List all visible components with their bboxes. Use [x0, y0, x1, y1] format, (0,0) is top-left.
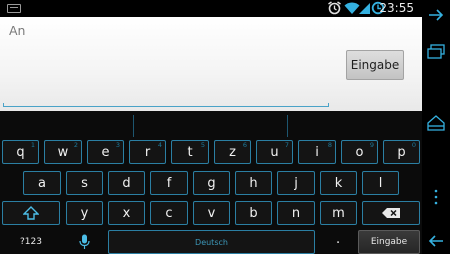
key-x[interactable]: x: [108, 201, 145, 225]
key-c[interactable]: c: [150, 201, 188, 225]
soft-keyboard: q1 w2 e3 r4 t5 z6 u7 i8 o9 p0 a s d f g …: [0, 111, 422, 254]
recent-apps-icon[interactable]: [426, 42, 446, 62]
key-k[interactable]: k: [320, 171, 357, 195]
key-f[interactable]: f: [150, 171, 188, 195]
key-o[interactable]: o9: [341, 140, 378, 164]
text-input-area: An Eingabe: [0, 17, 422, 111]
eingabe-key[interactable]: Eingabe: [358, 230, 420, 254]
suggestion-divider: [287, 115, 288, 137]
shift-arrow-icon: [23, 206, 39, 220]
key-h[interactable]: h: [235, 171, 272, 195]
suggestion-divider: [133, 115, 134, 137]
key-w[interactable]: w2: [44, 140, 82, 164]
key-s[interactable]: s: [66, 171, 103, 195]
home-icon[interactable]: [426, 113, 446, 133]
key-j[interactable]: j: [277, 171, 315, 195]
key-v[interactable]: v: [193, 201, 230, 225]
key-e[interactable]: e3: [87, 140, 124, 164]
text-field[interactable]: An: [9, 23, 25, 38]
menu-dots-icon[interactable]: [426, 187, 446, 207]
key-p[interactable]: p0: [383, 140, 420, 164]
key-r[interactable]: r4: [129, 140, 166, 164]
key-z[interactable]: z6: [214, 140, 251, 164]
alarm-icon: [328, 1, 341, 15]
text-field-underline: [3, 103, 329, 107]
period-key[interactable]: .: [336, 232, 340, 247]
microphone-icon: [79, 234, 90, 249]
key-u[interactable]: u7: [256, 140, 293, 164]
navigation-bar: [422, 0, 450, 254]
key-t[interactable]: t5: [171, 140, 209, 164]
keyboard-notification-icon: [7, 4, 21, 13]
spacebar[interactable]: Deutsch: [108, 230, 315, 254]
forward-arrow-icon[interactable]: [426, 5, 446, 25]
signal-icon: [359, 3, 370, 14]
key-y[interactable]: y: [66, 201, 103, 225]
key-l[interactable]: l: [362, 171, 399, 195]
key-b[interactable]: b: [235, 201, 272, 225]
key-n[interactable]: n: [277, 201, 315, 225]
key-a[interactable]: a: [23, 171, 61, 195]
back-arrow-icon[interactable]: [426, 231, 446, 251]
symbols-key[interactable]: ?123: [2, 230, 60, 254]
status-bar: 23:55: [0, 0, 422, 17]
backspace-icon: [382, 208, 400, 218]
key-d[interactable]: d: [108, 171, 145, 195]
key-i[interactable]: i8: [298, 140, 336, 164]
eingabe-button[interactable]: Eingabe: [346, 50, 404, 80]
shift-key[interactable]: [2, 201, 60, 225]
key-m[interactable]: m: [320, 201, 357, 225]
key-g[interactable]: g: [193, 171, 230, 195]
key-q[interactable]: q1: [2, 140, 39, 164]
clock: 23:55: [379, 1, 414, 15]
backspace-key[interactable]: [362, 201, 420, 225]
voice-input-key[interactable]: [66, 230, 103, 254]
